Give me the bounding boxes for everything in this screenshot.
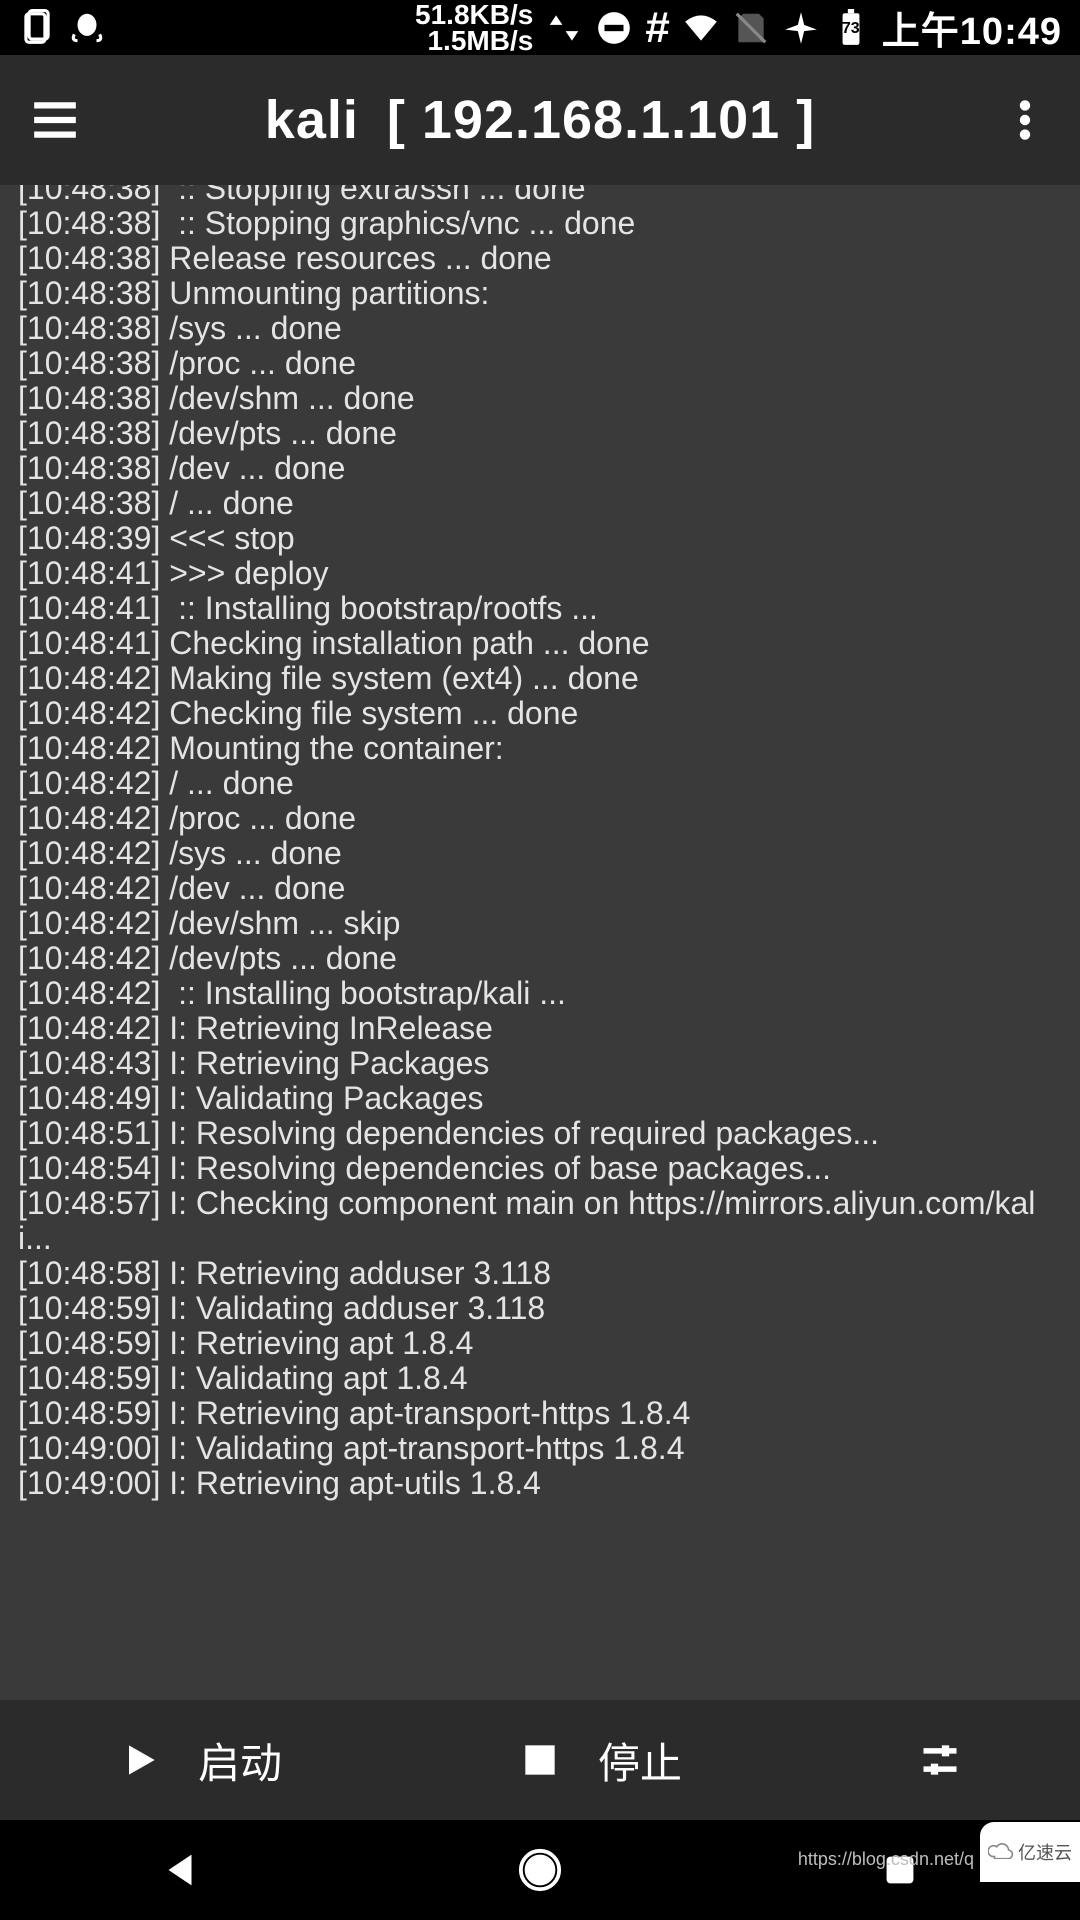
log-line: [10:48:38] Unmounting partitions: [18, 276, 1062, 311]
qq-icon [68, 9, 106, 47]
log-line: [10:48:38] /sys ... done [18, 311, 1062, 346]
log-line: [10:48:38] /dev/shm ... done [18, 381, 1062, 416]
profile-name: kali [265, 90, 359, 150]
log-line: [10:48:42] Making file system (ext4) ...… [18, 661, 1062, 696]
log-line: [10:49:00] I: Validating apt-transport-h… [18, 1431, 1062, 1466]
page-title: kali [ 192.168.1.101 ] [150, 89, 930, 151]
stop-icon [518, 1738, 562, 1782]
log-line: [10:48:59] I: Validating adduser 3.118 [18, 1291, 1062, 1326]
cloud-icon [988, 1841, 1014, 1864]
battery-icon: 73 [832, 9, 870, 47]
app-header: kali [ 192.168.1.101 ] [0, 55, 1080, 185]
log-line: [10:48:54] I: Resolving dependencies of … [18, 1151, 1062, 1186]
watermark-text: https://blog.csdn.net/q [798, 1849, 974, 1870]
log-line: [10:48:42] Mounting the container: [18, 731, 1062, 766]
android-nav-bar [0, 1820, 1080, 1920]
log-line: [10:48:41] >>> deploy [18, 556, 1062, 591]
log-line: [10:48:38] /proc ... done [18, 346, 1062, 381]
android-status-bar: 51.8KB/s1.5MB/s # 73 上午10:49 [0, 0, 1080, 55]
airplane-icon [782, 9, 820, 47]
log-line: [10:48:42] /dev/pts ... done [18, 941, 1062, 976]
home-button[interactable] [517, 1847, 563, 1893]
log-line: [10:48:38] /dev/pts ... done [18, 416, 1062, 451]
log-line: [10:48:38] / ... done [18, 486, 1062, 521]
log-line: [10:48:39] <<< stop [18, 521, 1062, 556]
log-line: [10:48:49] I: Validating Packages [18, 1081, 1062, 1116]
stop-button[interactable]: 停止 [518, 1730, 682, 1791]
back-button[interactable] [157, 1847, 203, 1893]
log-line: [10:48:59] I: Retrieving apt-transport-h… [18, 1396, 1062, 1431]
more-icon[interactable] [1000, 95, 1050, 145]
log-line: [10:48:59] I: Validating apt 1.8.4 [18, 1361, 1062, 1396]
settings-button[interactable] [918, 1738, 962, 1782]
clock: 上午10:49 [882, 0, 1062, 55]
log-line: [10:48:57] I: Checking component main on… [18, 1186, 1062, 1256]
menu-icon[interactable] [30, 95, 80, 145]
log-line: [10:48:42] Checking file system ... done [18, 696, 1062, 731]
terminal-output[interactable]: [10:48:38] :: Stopping extra/ssh ... don… [0, 185, 1080, 1700]
log-line: [10:49:00] I: Retrieving apt-utils 1.8.4 [18, 1466, 1062, 1501]
log-line: [10:48:41] Checking installation path ..… [18, 626, 1062, 661]
dnd-icon [595, 9, 633, 47]
log-line: [10:48:42] :: Installing bootstrap/kali … [18, 976, 1062, 1011]
updown-arrows-icon [545, 9, 583, 47]
log-line: [10:48:51] I: Resolving dependencies of … [18, 1116, 1062, 1151]
network-speed: 51.8KB/s1.5MB/s [415, 2, 533, 54]
document-icon [18, 9, 56, 47]
start-label: 启动 [198, 1730, 282, 1791]
log-line: [10:48:42] / ... done [18, 766, 1062, 801]
wifi-icon [682, 9, 720, 47]
log-line: [10:48:41] :: Installing bootstrap/rootf… [18, 591, 1062, 626]
log-line: [10:48:38] /dev ... done [18, 451, 1062, 486]
root-icon: # [645, 3, 669, 53]
log-line: [10:48:59] I: Retrieving apt 1.8.4 [18, 1326, 1062, 1361]
play-icon [118, 1738, 162, 1782]
log-line: [10:48:43] I: Retrieving Packages [18, 1046, 1062, 1081]
log-line: [10:48:38] :: Stopping extra/ssh ... don… [18, 185, 1062, 206]
watermark-badge: 亿速云 [980, 1822, 1080, 1882]
log-line: [10:48:42] /sys ... done [18, 836, 1062, 871]
stop-label: 停止 [598, 1730, 682, 1791]
log-line: [10:48:38] :: Stopping graphics/vnc ... … [18, 206, 1062, 241]
log-line: [10:48:42] /dev ... done [18, 871, 1062, 906]
log-line: [10:48:42] I: Retrieving InRelease [18, 1011, 1062, 1046]
log-line: [10:48:42] /dev/shm ... skip [18, 906, 1062, 941]
log-line: [10:48:38] Release resources ... done [18, 241, 1062, 276]
no-sim-icon [732, 9, 770, 47]
log-line: [10:48:42] /proc ... done [18, 801, 1062, 836]
log-line: [10:48:58] I: Retrieving adduser 3.118 [18, 1256, 1062, 1291]
sliders-icon [918, 1738, 962, 1782]
start-button[interactable]: 启动 [118, 1730, 282, 1791]
bottom-toolbar: 启动 停止 [0, 1700, 1080, 1820]
profile-ip: [ 192.168.1.101 ] [387, 90, 815, 150]
